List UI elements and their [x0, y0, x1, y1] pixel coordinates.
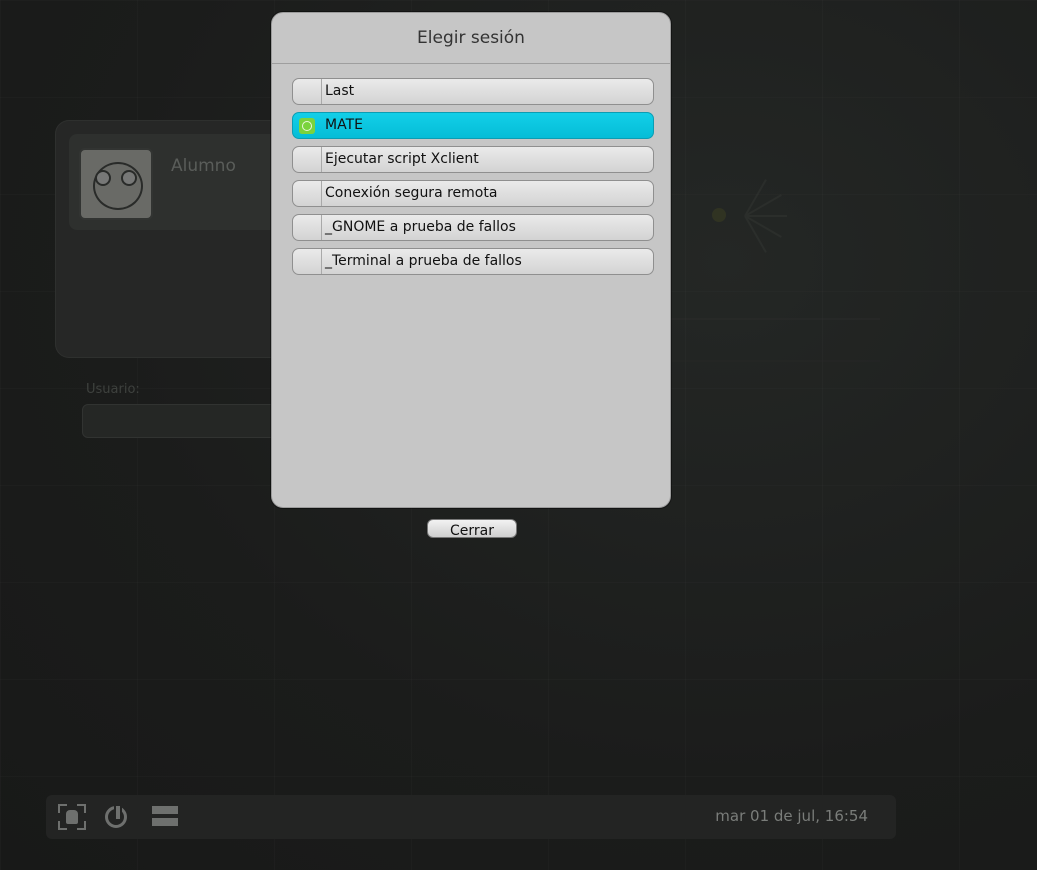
session-icon-slot [293, 79, 322, 104]
user-name: Alumno [171, 156, 236, 176]
session-item-gnome-failsafe[interactable]: _GNOME a prueba de fallos [292, 214, 654, 241]
mate-logo-icon [299, 118, 315, 134]
divider [272, 63, 670, 64]
session-item-xclient[interactable]: Ejecutar script Xclient [292, 146, 654, 173]
session-label: Ejecutar script Xclient [325, 151, 479, 167]
close-button[interactable]: Cerrar [427, 519, 517, 539]
username-label: Usuario: [86, 382, 140, 397]
session-icon-slot [293, 249, 322, 274]
bottom-bar: mar 01 de jul, 16:54 [46, 795, 896, 839]
session-item-terminal-failsafe[interactable]: _Terminal a prueba de fallos [292, 248, 654, 275]
avatar [79, 148, 153, 220]
session-icon-slot [293, 181, 322, 206]
distro-logo [690, 160, 800, 270]
session-dialog: Elegir sesión Last MATE Ejecutar script … [271, 12, 671, 508]
session-icon-slot [293, 215, 322, 240]
session-label: Last [325, 83, 355, 99]
session-icon-slot [293, 147, 322, 172]
accessibility-icon[interactable] [58, 804, 86, 830]
session-list: Last MATE Ejecutar script Xclient Conexi… [292, 78, 654, 282]
session-label: Conexión segura remota [325, 185, 498, 201]
session-label: _GNOME a prueba de fallos [325, 219, 516, 235]
clock: mar 01 de jul, 16:54 [715, 807, 868, 825]
session-label: MATE [325, 117, 363, 133]
distro-logo-text [660, 318, 880, 362]
power-icon[interactable] [104, 804, 132, 830]
session-item-remote[interactable]: Conexión segura remota [292, 180, 654, 207]
session-label: _Terminal a prueba de fallos [325, 253, 522, 269]
dialog-title: Elegir sesión [417, 28, 525, 48]
keyboard-layout-icon[interactable] [152, 804, 180, 830]
session-item-last[interactable]: Last [292, 78, 654, 105]
session-item-mate[interactable]: MATE [292, 112, 654, 139]
session-icon-slot [293, 113, 321, 138]
